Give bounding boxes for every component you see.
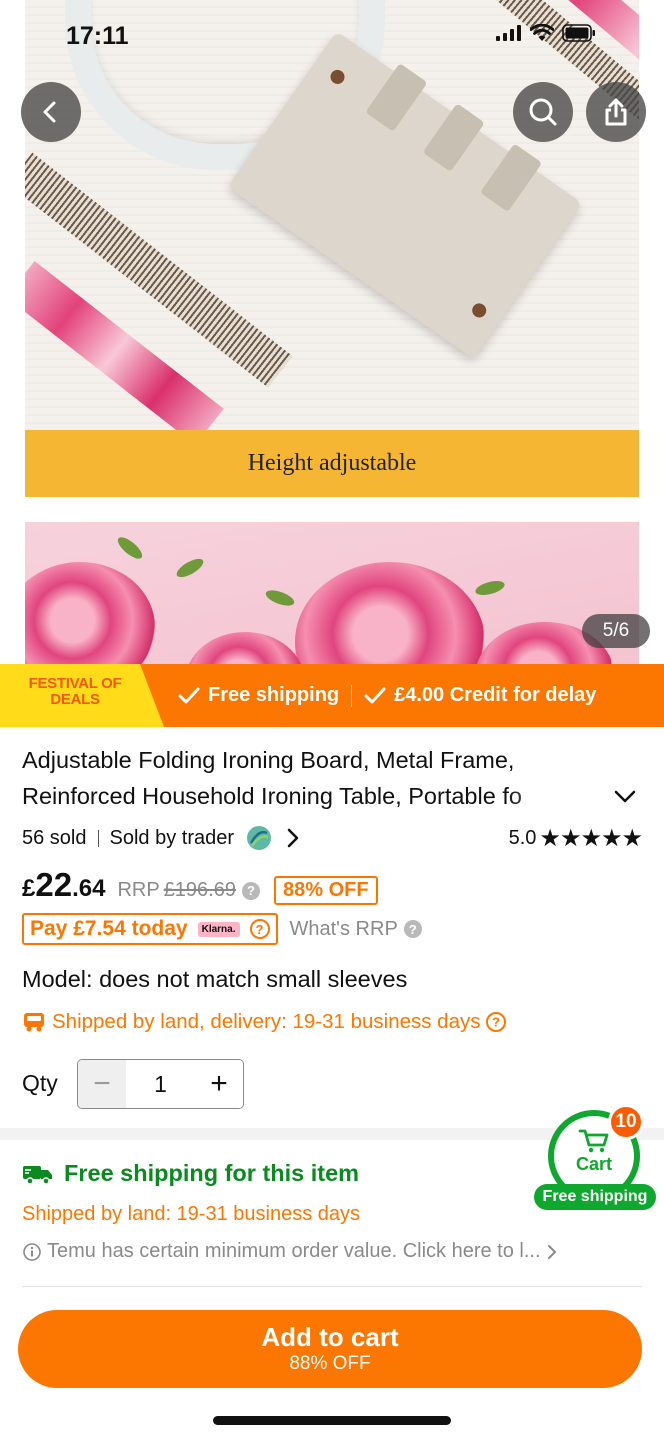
decrease-quantity-button[interactable]: −: [78, 1060, 126, 1108]
price-whole: 22: [35, 866, 73, 903]
price-row: £ 22 .64 RRP £196.69? 88% OFF: [22, 866, 378, 908]
divider: [22, 1286, 642, 1287]
expand-title-button[interactable]: [612, 786, 638, 811]
shipping-estimate-text: Shipped by land, delivery: 19-31 busines…: [52, 1010, 481, 1033]
quantity-value[interactable]: 1: [126, 1060, 195, 1108]
cart-icon: [578, 1129, 609, 1153]
free-shipping-title: Free shipping for this item: [64, 1160, 360, 1186]
leaf: [174, 555, 206, 581]
chevron-right-icon[interactable]: [282, 827, 304, 849]
leaf: [263, 587, 297, 609]
product-title-line-2: Reinforced Household Ironing Table, Port…: [22, 783, 522, 809]
cart-free-shipping-tag: Free shipping: [534, 1184, 656, 1210]
cart-label: Cart: [575, 1154, 612, 1174]
floral-pattern: [25, 562, 155, 664]
star-rating-icon: ★★★★★: [539, 825, 643, 852]
festival-of-deals-badge: FESTIVAL OF DEALS: [0, 664, 164, 727]
sold-by-link[interactable]: Sold by trader: [110, 827, 235, 850]
minimum-order-notice[interactable]: Temu has certain minimum order value. Cl…: [22, 1240, 559, 1263]
help-circle-icon[interactable]: ?: [485, 1011, 507, 1033]
qty-label: Qty: [22, 1070, 58, 1096]
chevron-right-icon: [547, 1244, 556, 1259]
status-time: 17:11: [66, 22, 129, 50]
whats-rrp-link[interactable]: What's RRP ?: [290, 918, 422, 941]
truck-icon: [24, 1013, 44, 1032]
cart-count-badge: 10: [608, 1104, 644, 1140]
klarna-logo: Klarna.: [197, 921, 240, 937]
price-decimal: .64: [72, 875, 106, 902]
info-icon: [23, 1242, 41, 1261]
shipping-days: Shipped by land: 19-31 business days: [22, 1203, 361, 1225]
home-indicator[interactable]: [213, 1416, 451, 1425]
floral-pattern: [295, 562, 485, 664]
search-button[interactable]: [513, 82, 573, 142]
bracket-hole: [469, 300, 489, 321]
share-icon: [605, 98, 627, 126]
chevron-down-icon: [614, 790, 636, 803]
leaf: [473, 578, 507, 598]
battery-icon: [562, 24, 595, 42]
model-selection[interactable]: Model: does not match small sleeves: [22, 966, 407, 993]
promo-divider: [351, 684, 353, 707]
wifi-icon: [530, 24, 554, 41]
delivery-truck-icon: [23, 1165, 52, 1185]
festival-label: FESTIVAL OF DEALS: [28, 675, 122, 708]
status-icons: [496, 24, 596, 42]
add-to-cart-label: Add to cart: [261, 1322, 399, 1352]
credit-for-delay-promo: £4.00 Credit for delay: [394, 684, 597, 706]
slide-caption: Height adjustable: [25, 430, 639, 497]
svg-text:?: ?: [492, 1015, 500, 1030]
floral-pattern: [185, 632, 305, 664]
shipping-estimate[interactable]: Shipped by land, delivery: 19-31 busines…: [22, 1010, 507, 1034]
product-title[interactable]: Adjustable Folding Ironing Board, Metal …: [22, 742, 592, 814]
discount-badge: 88% OFF: [273, 876, 378, 905]
minimum-order-text: Temu has certain minimum order value. Cl…: [47, 1240, 541, 1262]
product-image-slide[interactable]: Height adjustable: [25, 0, 639, 497]
cellular-signal-icon: [496, 25, 521, 41]
klarna-pay-today[interactable]: Pay £7.54 today Klarna. ?: [22, 913, 278, 945]
leaf: [114, 533, 146, 563]
free-shipping-heading: Free shipping for this item: [22, 1160, 359, 1187]
share-button[interactable]: [586, 82, 646, 142]
product-image-next-slide[interactable]: [25, 522, 639, 664]
add-to-cart-discount: 88% OFF: [289, 1353, 371, 1374]
back-button[interactable]: [21, 82, 81, 142]
help-icon[interactable]: ?: [249, 919, 270, 939]
seller-logo-icon[interactable]: [246, 825, 272, 851]
rrp-label: RRP: [117, 879, 160, 901]
product-title-line-1: Adjustable Folding Ironing Board, Metal …: [22, 747, 515, 773]
rrp-value: £196.69: [163, 879, 236, 901]
bracket-hole: [327, 67, 348, 87]
price-currency: £: [22, 875, 36, 902]
add-to-cart-button[interactable]: Add to cart 88% OFF: [18, 1310, 642, 1388]
rrp[interactable]: RRP £196.69?: [117, 879, 260, 902]
increase-quantity-button[interactable]: +: [195, 1060, 243, 1108]
rating[interactable]: 5.0 ★★★★★: [508, 824, 643, 853]
checkmark-icon: [178, 687, 200, 703]
free-shipping-promo: Free shipping: [208, 684, 340, 706]
whats-rrp-text: What's RRP: [289, 917, 398, 940]
sold-count: 56 sold: [22, 826, 87, 849]
search-icon: [529, 98, 557, 126]
help-icon[interactable]: ?: [241, 881, 260, 900]
chevron-left-icon: [43, 101, 56, 123]
rating-value: 5.0: [508, 827, 537, 849]
meta-divider: [97, 829, 99, 847]
floating-cart-button[interactable]: Cart Free shipping 10: [534, 1104, 656, 1210]
quantity-stepper: − 1 +: [77, 1059, 244, 1109]
image-counter: 5/6: [582, 614, 650, 648]
pay-today-text: Pay £7.54 today: [30, 917, 188, 940]
help-icon: ?: [403, 920, 422, 938]
pay-later-row: Pay £7.54 today Klarna. ? What's RRP ?: [22, 913, 422, 945]
checkmark-icon: [364, 687, 386, 703]
promo-benefits: Free shipping £4.00 Credit for delay: [178, 664, 596, 727]
